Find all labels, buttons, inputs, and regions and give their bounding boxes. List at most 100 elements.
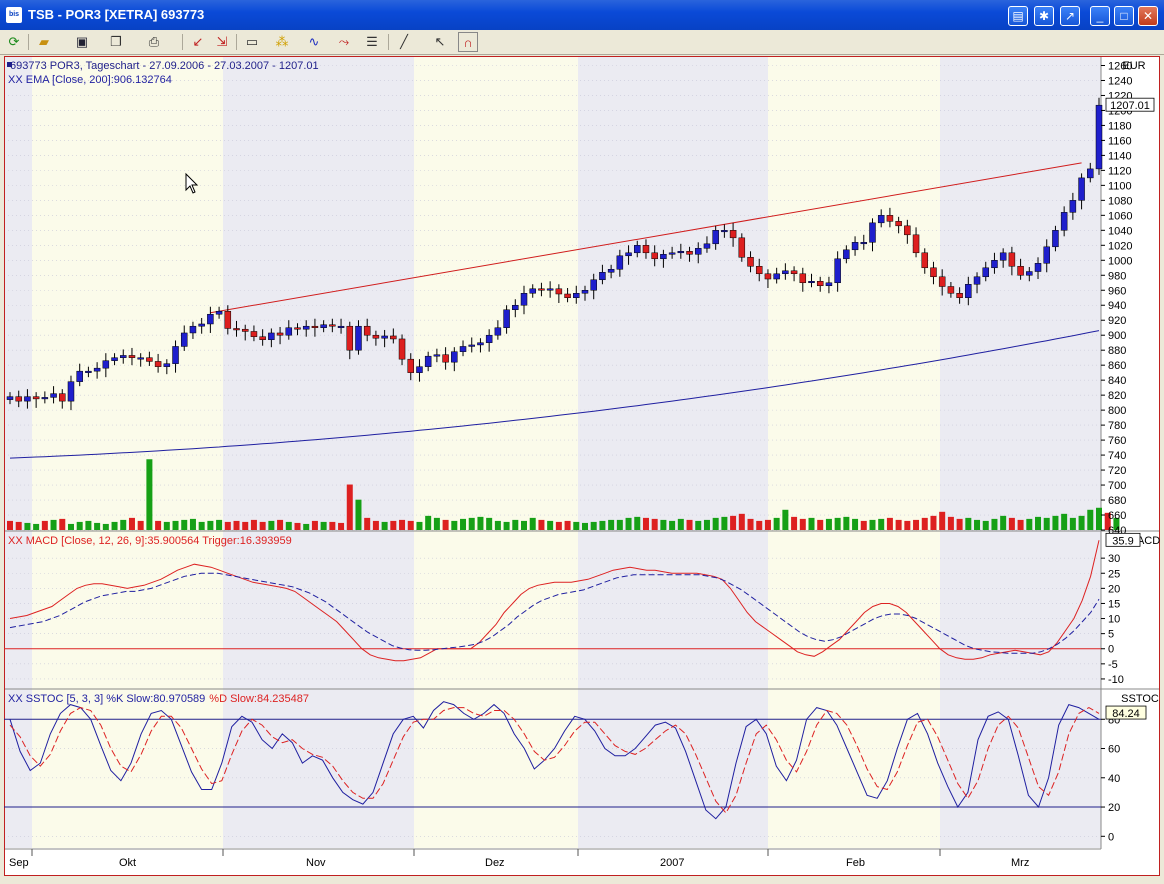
candle-body <box>799 273 807 284</box>
volume-bar <box>329 521 336 530</box>
stoch-panel-label: SSTOC <box>1121 693 1159 705</box>
volume-bar <box>207 520 214 530</box>
volume-bar <box>1096 507 1102 530</box>
y-tick-label: 1240 <box>1108 75 1132 87</box>
volume-bar <box>991 518 998 530</box>
volume-bar <box>120 519 127 530</box>
volume-bar <box>825 518 832 530</box>
magnet-icon[interactable]: ∩ <box>458 32 478 52</box>
month-band <box>578 56 768 848</box>
candle-body <box>529 288 536 294</box>
volume-bar <box>799 518 806 530</box>
candle-body <box>250 331 258 337</box>
volume-bar <box>15 521 22 530</box>
chart-canvas[interactable]: 1260124012201200118011601140112011001080… <box>4 56 1160 876</box>
candle-body <box>703 243 711 249</box>
candle-body <box>999 252 1007 261</box>
studies-icon[interactable]: ∿ <box>304 32 324 52</box>
month-band <box>414 56 578 848</box>
candle-body <box>503 309 510 328</box>
y-tick-label: 1100 <box>1108 180 1132 192</box>
chart-icon[interactable]: ↗ <box>1060 6 1080 26</box>
close-button[interactable]: ✕ <box>1138 6 1158 26</box>
y-tick-label: 20 <box>1108 802 1120 814</box>
volume-bar <box>616 519 623 530</box>
candle-body <box>1026 271 1033 276</box>
draw-line-icon[interactable]: ↙ <box>188 32 208 52</box>
layout-icon[interactable]: ▤ <box>1008 6 1028 26</box>
volume-bar <box>869 519 876 530</box>
candle-body <box>930 267 937 278</box>
properties-icon[interactable]: ☰ <box>362 32 382 52</box>
volume-bar <box>67 523 74 530</box>
volume-bar <box>1008 517 1015 530</box>
volume-bar <box>355 499 362 530</box>
volume-bar <box>390 520 397 530</box>
candle-body <box>32 396 40 400</box>
candle-body <box>433 354 441 357</box>
y-tick-label: 60 <box>1108 744 1120 756</box>
candle-body <box>67 381 75 402</box>
copy-icon[interactable]: ❐ <box>106 32 126 52</box>
volume-bar <box>965 517 972 530</box>
candle-body <box>372 334 380 339</box>
candle-body <box>102 360 110 369</box>
candle-body <box>424 355 432 367</box>
open-folder-icon[interactable]: ▰ <box>34 32 54 52</box>
x-tick-label: Feb <box>846 857 865 869</box>
volume-bar <box>703 519 710 530</box>
volume-bar <box>1026 518 1033 530</box>
candle-body <box>590 279 597 291</box>
y-tick-label: 840 <box>1108 375 1126 387</box>
y-tick-label: 1120 <box>1108 165 1132 177</box>
print-icon[interactable]: ⎙ <box>144 32 164 52</box>
volume-bar <box>599 520 606 530</box>
indicator-icon[interactable]: ⁂ <box>272 32 292 52</box>
candle-body <box>869 222 876 243</box>
application-window: bis TSB - POR3 [XETRA] 693773 ▤ ✱ ↗ _ □ … <box>0 0 1164 884</box>
title-bar[interactable]: bis TSB - POR3 [XETRA] 693773 ▤ ✱ ↗ _ □ … <box>0 0 1164 30</box>
candle-body <box>311 325 319 328</box>
price-title: 693773 POR3, Tageschart - 27.09.2006 - 2… <box>10 60 319 72</box>
chart-area[interactable]: 1260124012201200118011601140112011001080… <box>4 56 1160 876</box>
y-tick-label: 1000 <box>1108 255 1132 267</box>
candle-body <box>233 328 240 331</box>
candle-body <box>634 245 641 254</box>
trend-icon[interactable]: ⤳ <box>334 32 354 52</box>
maximize-button[interactable]: □ <box>1114 6 1134 26</box>
y-tick-label: 1160 <box>1108 135 1132 147</box>
candle-body <box>276 332 284 336</box>
candle-body <box>773 273 780 280</box>
x-tick-label: Dez <box>485 857 505 869</box>
save-icon[interactable]: ▣ <box>72 32 92 52</box>
volume-bar <box>581 522 588 530</box>
refresh-icon[interactable]: ⟳ <box>4 32 24 52</box>
candle-body <box>616 255 624 270</box>
volume-bar <box>224 521 231 530</box>
zoom-icon[interactable]: ⇲ <box>212 32 232 52</box>
candle-body <box>180 332 188 347</box>
candle-body <box>755 266 763 275</box>
candle-body <box>1069 200 1077 213</box>
volume-bar <box>294 522 301 530</box>
volume-bar <box>486 517 493 530</box>
volume-bar <box>1043 517 1050 530</box>
settings-icon[interactable]: ✱ <box>1034 6 1054 26</box>
candle-body <box>390 335 397 340</box>
volume-bar <box>852 518 859 530</box>
y-tick-label: -5 <box>1108 659 1118 671</box>
cursor-icon[interactable]: ↖ <box>430 32 450 52</box>
candle-body <box>15 396 22 402</box>
minimize-button[interactable]: _ <box>1090 6 1110 26</box>
volume-bar <box>146 459 153 530</box>
volume-bar <box>381 521 388 530</box>
volume-bar <box>503 521 510 530</box>
candle-body <box>241 328 249 332</box>
line-tool-icon[interactable]: ╱ <box>394 32 414 52</box>
y-tick-label: 0 <box>1108 831 1114 843</box>
candle-body <box>1052 230 1059 248</box>
y-tick-label: 25 <box>1108 568 1120 580</box>
chart-type-icon[interactable]: ▭ <box>242 32 262 52</box>
volume-bar <box>346 484 353 530</box>
candle-body <box>860 242 868 245</box>
